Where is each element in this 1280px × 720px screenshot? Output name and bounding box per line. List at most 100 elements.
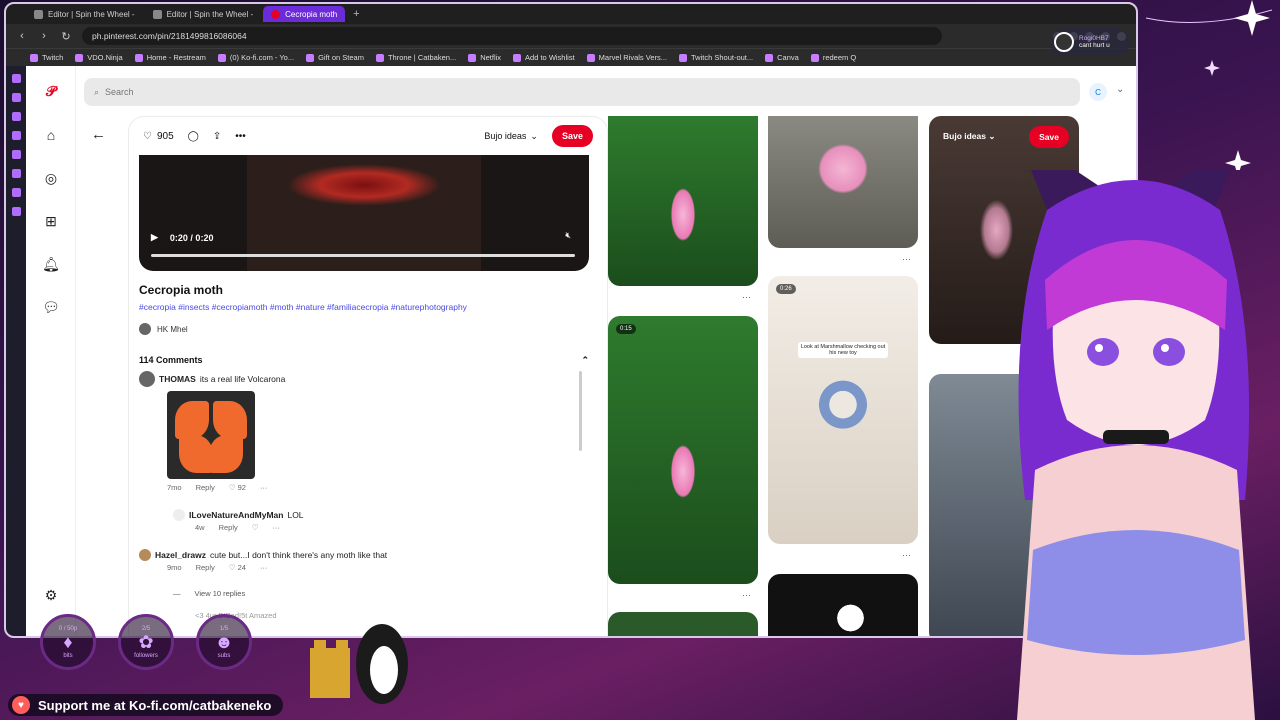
back-arrow-icon[interactable]: ← xyxy=(91,126,106,143)
comments-scrollbar[interactable] xyxy=(579,371,582,451)
share-icon[interactable]: ⇪ xyxy=(213,131,221,142)
comment-like[interactable]: ♡ 92 xyxy=(229,483,246,492)
cat-icon: ☻ xyxy=(214,631,234,652)
app-icon[interactable] xyxy=(11,112,21,121)
tab-spin-wheel-2[interactable]: Editor | Spin the Wheel - xyxy=(145,6,262,22)
forward-arrow-icon[interactable]: › xyxy=(38,30,50,42)
more-options-icon[interactable]: ··· xyxy=(260,563,268,572)
video-progress-bar[interactable] xyxy=(151,254,575,257)
bookmark-item[interactable]: Marvel Rivals Vers... xyxy=(586,53,667,62)
view-replies-link[interactable]: — View 10 replies xyxy=(173,589,245,598)
comments-header[interactable]: 114 Comments ⌃ xyxy=(139,355,589,366)
avatar xyxy=(139,549,151,561)
chat-message: Rogi0HB7 cant hurt u xyxy=(1079,35,1110,49)
like-button[interactable]: ♡ 905 xyxy=(143,131,174,142)
notifications-bell-icon[interactable]: 🔔︎ xyxy=(42,255,60,273)
app-icon[interactable] xyxy=(11,207,21,216)
comment-icon[interactable]: ◯ xyxy=(188,131,199,142)
more-options-icon[interactable]: ··· xyxy=(742,292,751,302)
bookmark-item[interactable]: redeem Q xyxy=(810,53,856,62)
comment-item: ILoveNatureAndMyMan LOL xyxy=(173,509,304,521)
reload-icon[interactable]: ↻ xyxy=(60,30,72,43)
pin-hashtags[interactable]: #cecropia #insects #cecropiamoth #moth #… xyxy=(139,302,467,312)
chat-avatar xyxy=(1054,32,1074,52)
create-icon[interactable]: ⊞ xyxy=(42,212,60,230)
video-duration-badge: 0:26 xyxy=(776,284,796,294)
new-tab-button[interactable]: + xyxy=(347,8,365,20)
messages-icon[interactable]: 💬︎ xyxy=(42,298,60,316)
board-selector[interactable]: Bujo ideas ⌄ xyxy=(484,131,538,142)
pinterest-logo-icon[interactable]: 𝒫 xyxy=(42,82,60,100)
pin-board-selector[interactable]: Bujo ideas ⌄ xyxy=(943,131,995,142)
pin-closeup: ♡ 905 ◯ ⇪ ••• Bujo ideas ⌄ Save ▶ 0:20 / 0… xyxy=(128,116,608,636)
more-options-icon[interactable]: ··· xyxy=(742,590,751,600)
bookmark-item[interactable]: Gift on Steam xyxy=(306,53,364,62)
more-options-icon[interactable]: ••• xyxy=(235,131,246,142)
pin-title: Cecropia moth xyxy=(139,283,224,297)
bookmark-item[interactable]: Home - Restream xyxy=(134,53,206,62)
comment-image-volcarona[interactable] xyxy=(167,391,255,479)
tab-spin-wheel-1[interactable]: Editor | Spin the Wheel - xyxy=(26,6,143,22)
account-avatar[interactable]: C xyxy=(1089,83,1107,101)
kofi-banner[interactable]: ♥ Support me at Ko-fi.com/catbakeneko xyxy=(8,694,284,716)
search-input[interactable]: ⌕ Search xyxy=(84,78,1080,106)
save-button[interactable]: Save xyxy=(551,125,593,147)
grid-pin-pink-moth[interactable] xyxy=(768,116,918,248)
wing-shape xyxy=(175,401,209,439)
back-arrow-icon[interactable]: ‹ xyxy=(16,30,28,42)
bookmark-icon xyxy=(679,53,688,62)
stream-goals: 0 / 50p ♦ bits 2/5 ✿ followers 1/5 ☻ sub… xyxy=(40,614,252,670)
bookmark-item[interactable]: (0) Ko-fi.com - Yo... xyxy=(217,53,294,62)
gem-icon: ♦ xyxy=(63,631,73,652)
app-icon[interactable] xyxy=(11,169,21,178)
pin-caption: Look at Marshmallow checking out his new… xyxy=(798,342,888,358)
reply-link[interactable]: Reply xyxy=(219,523,238,532)
play-icon[interactable]: ▶ xyxy=(151,232,158,243)
followers-goal: 2/5 ✿ followers xyxy=(118,614,174,670)
grid-pin-moth-video[interactable]: 0:15 xyxy=(608,316,758,584)
bookmark-icon xyxy=(75,53,84,62)
bookmark-item[interactable]: Canva xyxy=(765,53,799,62)
pin-action-bar: ♡ 905 ◯ ⇪ ••• Bujo ideas ⌄ Save xyxy=(129,117,607,155)
bookmark-item[interactable]: Netflix xyxy=(468,53,501,62)
explore-icon[interactable]: ◎ xyxy=(42,169,60,187)
reply-link[interactable]: Reply xyxy=(196,563,215,572)
url-input[interactable]: ph.pinterest.com/pin/2181499816086064 xyxy=(82,27,942,45)
bookmark-item[interactable]: Add to Wishlist xyxy=(513,53,575,62)
settings-gear-icon[interactable]: ⚙ xyxy=(42,586,60,604)
grid-pin-moth[interactable] xyxy=(608,116,758,286)
pin-save-button[interactable]: Save xyxy=(1029,126,1069,148)
comment-like[interactable]: ♡ 24 xyxy=(229,563,246,572)
chevron-up-icon[interactable]: ⌃ xyxy=(581,355,589,366)
comment-item: Hazel_drawz cute but...I don't think ther… xyxy=(139,549,387,561)
video-player[interactable]: ▶ 0:20 / 0:20 🔇︎ xyxy=(139,155,589,271)
more-options-icon[interactable]: ··· xyxy=(902,254,911,264)
grid-pin[interactable] xyxy=(608,612,758,636)
more-options-icon[interactable]: ··· xyxy=(902,550,911,560)
pixel-cats-decoration xyxy=(310,624,408,704)
more-options-icon[interactable]: ··· xyxy=(273,523,281,532)
bookmark-item[interactable]: Throne | Catbaken... xyxy=(375,53,456,62)
pin-author[interactable]: HK Mhel xyxy=(139,323,188,335)
account-chevron-down-icon[interactable]: ⌄ xyxy=(1116,84,1124,95)
grid-pin-bird[interactable] xyxy=(768,574,918,636)
bookmark-item[interactable]: VDO.Ninja xyxy=(75,53,123,62)
comment-like-icon[interactable]: ♡ xyxy=(252,523,259,532)
subs-goal: 1/5 ☻ subs xyxy=(196,614,252,670)
app-icon[interactable] xyxy=(11,188,21,197)
bookmark-item[interactable]: Twitch Shout-out... xyxy=(679,53,753,62)
tab-cecropia-moth[interactable]: Cecropia moth xyxy=(263,6,346,22)
app-icon[interactable] xyxy=(11,93,21,102)
app-icon[interactable] xyxy=(11,131,21,140)
mute-icon[interactable]: 🔇︎ xyxy=(565,230,571,241)
bookmark-icon xyxy=(375,53,384,62)
grid-pin-cat-toy[interactable]: 0:26 Look at Marshmallow checking out hi… xyxy=(768,276,918,544)
app-icon[interactable] xyxy=(11,150,21,159)
bookmark-item[interactable]: Twitch xyxy=(30,53,63,62)
more-options-icon[interactable]: ··· xyxy=(260,483,268,492)
app-icon[interactable] xyxy=(11,74,21,83)
reply-link[interactable]: Reply xyxy=(196,483,215,492)
home-icon[interactable]: ⌂ xyxy=(42,126,60,144)
heart-icon: ♡ xyxy=(143,130,152,142)
avatar xyxy=(139,371,155,387)
